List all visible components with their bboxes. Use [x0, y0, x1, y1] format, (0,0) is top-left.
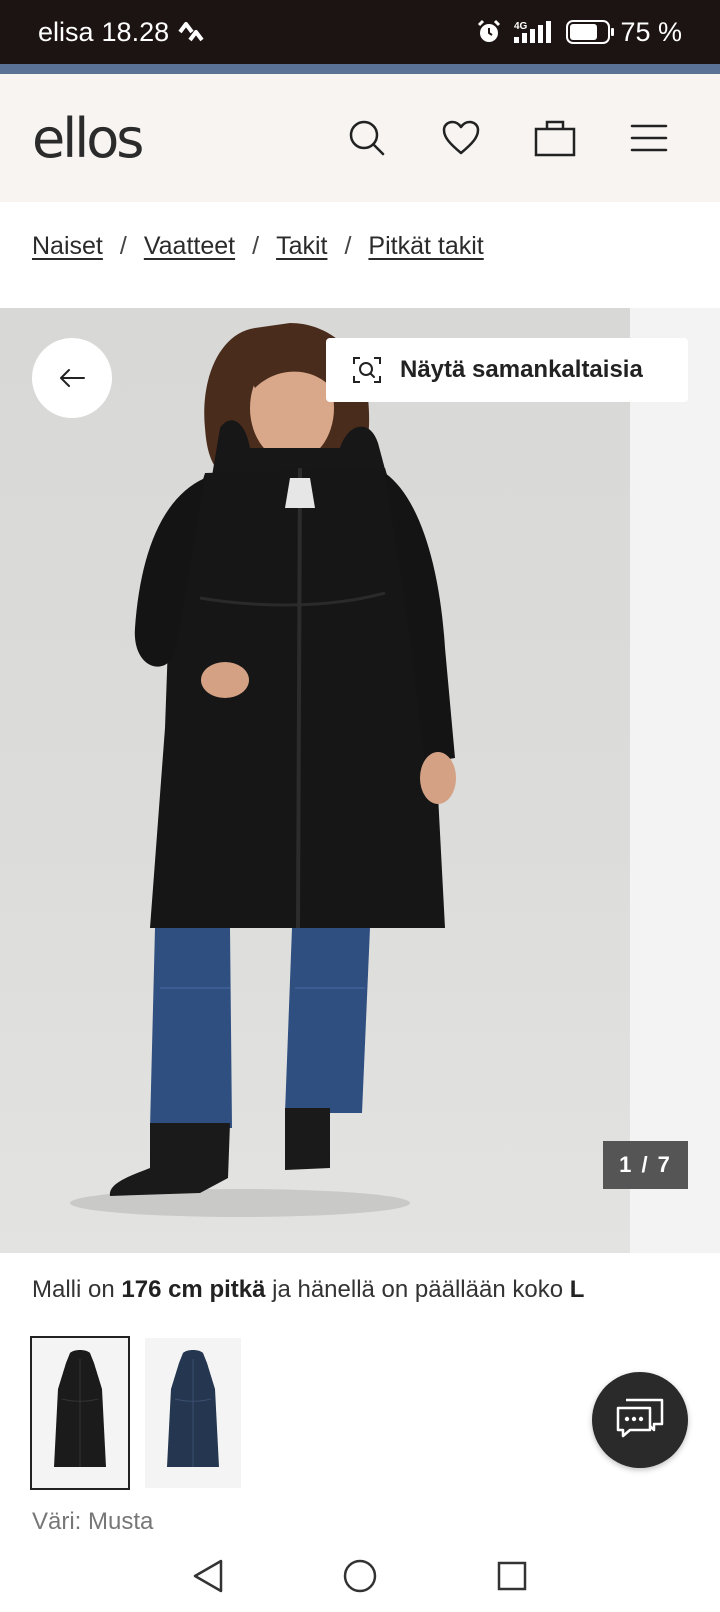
breadcrumb: Naiset / Vaatteet / Takit / Pitkät takit [32, 232, 484, 261]
coat-thumbnail-black [54, 1350, 106, 1467]
breadcrumb-link-naiset[interactable]: Naiset [32, 232, 103, 261]
coat-thumbnail-navy [167, 1350, 219, 1467]
breadcrumb-separator: / [344, 232, 352, 260]
model-size: L [569, 1276, 585, 1303]
carrier-name: elisa [38, 16, 94, 47]
ellos-logo[interactable]: ellos [32, 107, 144, 170]
chat-button[interactable] [592, 1372, 688, 1468]
site-header: ellos [0, 74, 720, 202]
breadcrumb-link-pitkat-takit[interactable]: Pitkät takit [368, 232, 483, 261]
status-right: 4G 75 % [476, 17, 682, 48]
product-image[interactable] [0, 308, 630, 1253]
nav-home-button[interactable] [335, 1551, 385, 1601]
triangle-back-icon [193, 1559, 223, 1593]
show-similar-label: Näytä samankaltaisia [400, 356, 643, 383]
image-counter: 1 / 7 [603, 1141, 688, 1189]
heart-icon [442, 120, 480, 155]
system-navigation-bar [0, 1540, 720, 1612]
data-saver-icon [177, 21, 205, 43]
menu-icon [630, 124, 668, 152]
signal-icon: 4G [512, 19, 556, 45]
search-icon [349, 120, 385, 156]
battery-icon [566, 20, 615, 44]
battery-fill [570, 24, 598, 40]
accent-strip [0, 64, 720, 74]
visual-search-icon [353, 357, 381, 383]
square-recents-icon [497, 1561, 527, 1591]
product-gallery[interactable]: Näytä samankaltaisia 1 / 7 [0, 308, 720, 1253]
status-time: 18.28 [101, 16, 170, 47]
color-swatch-black[interactable] [30, 1336, 130, 1490]
bag-icon [534, 120, 576, 157]
model-info-prefix: Malli on [32, 1276, 115, 1303]
breadcrumb-separator: / [119, 232, 127, 260]
model-info: Malli on 176 cm pitkä ja hänellä on pääl… [32, 1276, 584, 1304]
breadcrumb-link-vaatteet[interactable]: Vaatteet [144, 232, 235, 261]
back-button[interactable] [32, 338, 112, 418]
nav-back-button[interactable] [183, 1551, 233, 1601]
breadcrumb-separator: / [252, 232, 260, 260]
alarm-icon [476, 19, 502, 45]
nav-recents-button[interactable] [487, 1551, 537, 1601]
network-type-label: 4G [514, 21, 528, 32]
model-info-middle: ja hänellä on päällään koko [272, 1276, 564, 1303]
wishlist-button[interactable] [414, 108, 508, 168]
cart-button[interactable] [508, 108, 602, 168]
breadcrumb-link-takit[interactable]: Takit [276, 232, 327, 261]
chat-icon [616, 1398, 664, 1438]
selected-color-label: Väri: Musta [32, 1508, 154, 1535]
model-height: 176 cm pitkä [121, 1276, 266, 1303]
model-in-coat-illustration [70, 323, 456, 1217]
search-button[interactable] [320, 108, 414, 168]
header-icons [320, 74, 696, 202]
battery-percentage: 75 % [620, 16, 682, 47]
show-similar-button[interactable]: Näytä samankaltaisia [326, 338, 688, 402]
menu-button[interactable] [602, 108, 696, 168]
color-swatch-navy[interactable] [145, 1338, 241, 1488]
status-left: elisa 18.28 [38, 17, 205, 48]
circle-home-icon [343, 1559, 377, 1593]
arrow-left-icon [60, 369, 85, 387]
next-image-peek[interactable] [630, 308, 720, 1253]
status-bar: elisa 18.28 4G 75 % [0, 0, 720, 64]
